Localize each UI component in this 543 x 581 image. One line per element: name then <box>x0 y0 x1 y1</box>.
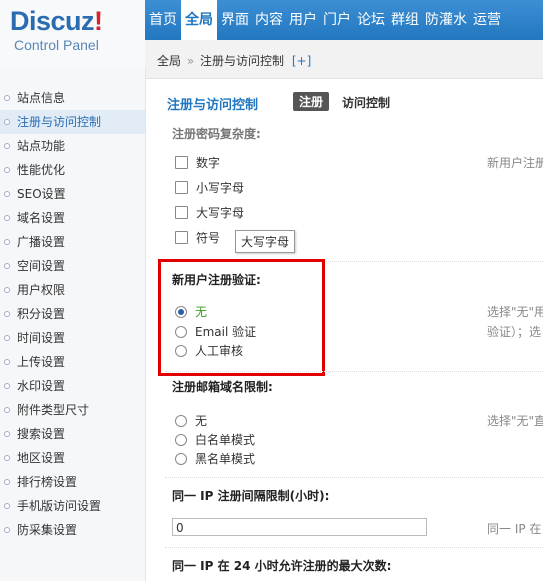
nav-interface[interactable]: 界面 <box>219 0 251 40</box>
nav-antispam[interactable]: 防灌水 <box>423 0 469 40</box>
tab-registration[interactable]: 注册 <box>293 92 330 111</box>
verify-option-manual[interactable]: 人工审核 <box>175 342 243 360</box>
bullet-icon <box>4 383 10 389</box>
radio-button[interactable] <box>175 434 187 446</box>
sidebar-item-mobile[interactable]: 手机版访问设置 <box>0 494 145 518</box>
nav-portal[interactable]: 门户 <box>321 0 353 40</box>
bullet-icon <box>4 95 10 101</box>
bullet-icon <box>4 263 10 269</box>
verify-hint-line2: 验证）；选 <box>487 325 542 339</box>
checkbox[interactable] <box>175 181 188 194</box>
divider <box>165 477 543 478</box>
logo[interactable]: Discuz! Control Panel <box>0 0 145 68</box>
nav-group[interactable]: 群组 <box>389 0 421 40</box>
sidebar: 站点信息 注册与访问控制 站点功能 性能优化 SEO设置 域名设置 广播设置 空… <box>0 68 146 581</box>
sidebar-item-anti-scraping[interactable]: 防采集设置 <box>0 518 145 542</box>
bullet-icon <box>4 527 10 533</box>
ip-interval-hint: 同一 IP 在 <box>487 522 542 536</box>
divider <box>165 371 543 372</box>
registration-verify-title: 新用户注册验证: <box>172 273 261 287</box>
sidebar-item-credits[interactable]: 积分设置 <box>0 302 145 326</box>
checkbox[interactable] <box>175 156 188 169</box>
sidebar-item-search[interactable]: 搜索设置 <box>0 422 145 446</box>
checkbox[interactable] <box>175 206 188 219</box>
sidebar-item-attachment-types[interactable]: 附件类型尺寸 <box>0 398 145 422</box>
bullet-icon <box>4 167 10 173</box>
complexity-option-symbols[interactable]: 符号 <box>175 229 220 247</box>
bullet-icon <box>4 311 10 317</box>
email-option-none[interactable]: 无 <box>175 412 207 430</box>
breadcrumb: 全局 » 注册与访问控制 [+] <box>157 52 311 69</box>
verify-hint-line1: 选择"无"用 <box>487 305 543 319</box>
sidebar-item-seo[interactable]: SEO设置 <box>0 182 145 206</box>
email-option-whitelist[interactable]: 白名单模式 <box>175 431 255 449</box>
sidebar-item-domain[interactable]: 域名设置 <box>0 206 145 230</box>
checkbox[interactable] <box>175 231 188 244</box>
bullet-icon <box>4 455 10 461</box>
ip-24h-limit-title: 同一 IP 在 24 小时允许注册的最大次数: <box>172 559 392 573</box>
sidebar-item-site-features[interactable]: 站点功能 <box>0 134 145 158</box>
logo-subtitle: Control Panel <box>14 37 99 53</box>
radio-button[interactable] <box>175 453 187 465</box>
page-title: 注册与访问控制 <box>167 98 259 113</box>
tooltip: 大写字母 <box>235 230 296 253</box>
sidebar-item-watermark[interactable]: 水印设置 <box>0 374 145 398</box>
main-content: 注册与访问控制 注册 访问控制 注册密码复杂度: 数字 新用户注册 小写字母 大… <box>145 79 543 581</box>
nav-operations[interactable]: 运营 <box>471 0 503 40</box>
add-shortcut-button[interactable]: [+] <box>292 54 311 68</box>
radio-button[interactable] <box>175 345 187 357</box>
sidebar-item-site-info[interactable]: 站点信息 <box>0 86 145 110</box>
bullet-icon <box>4 479 10 485</box>
bullet-icon <box>4 359 10 365</box>
radio-button[interactable] <box>175 415 187 427</box>
nav-content[interactable]: 内容 <box>253 0 285 40</box>
tab-access-control[interactable]: 访问控制 <box>342 94 390 111</box>
bullet-icon <box>4 431 10 437</box>
nav-home[interactable]: 首页 <box>147 0 179 40</box>
breadcrumb-separator: » <box>186 54 195 68</box>
sidebar-item-performance[interactable]: 性能优化 <box>0 158 145 182</box>
sidebar-item-region[interactable]: 地区设置 <box>0 446 145 470</box>
bullet-icon <box>4 119 10 125</box>
sidebar-item-space[interactable]: 空间设置 <box>0 254 145 278</box>
verify-option-email[interactable]: Email 验证 <box>175 323 256 341</box>
complexity-option-uppercase[interactable]: 大写字母 <box>175 204 244 222</box>
breadcrumb-current: 注册与访问控制 <box>200 54 285 68</box>
sidebar-item-time[interactable]: 时间设置 <box>0 326 145 350</box>
divider <box>165 261 543 262</box>
breadcrumb-root[interactable]: 全局 <box>157 54 181 68</box>
top-nav: 首页 全局 界面 内容 用户 门户 论坛 群组 防灌水 运营 <box>145 0 543 40</box>
nav-forum[interactable]: 论坛 <box>355 0 387 40</box>
bullet-icon <box>4 335 10 341</box>
complexity-option-digits[interactable]: 数字 <box>175 154 220 172</box>
bullet-icon <box>4 239 10 245</box>
bullet-icon <box>4 191 10 197</box>
verify-option-none[interactable]: 无 <box>175 303 207 321</box>
email-hint: 选择"无"直 <box>487 414 543 428</box>
sidebar-item-user-permissions[interactable]: 用户权限 <box>0 278 145 302</box>
radio-button[interactable] <box>175 326 187 338</box>
nav-users[interactable]: 用户 <box>287 0 319 40</box>
bullet-icon <box>4 287 10 293</box>
complexity-option-lowercase[interactable]: 小写字母 <box>175 179 244 197</box>
ip-interval-title: 同一 IP 注册间隔限制(小时): <box>172 489 330 503</box>
logo-brand: Discuz! <box>10 6 103 36</box>
radio-button[interactable] <box>175 306 187 318</box>
bullet-icon <box>4 143 10 149</box>
sidebar-item-registration-access[interactable]: 注册与访问控制 <box>0 110 145 134</box>
password-complexity-title: 注册密码复杂度: <box>172 127 261 141</box>
nav-global[interactable]: 全局 <box>181 0 217 40</box>
breadcrumb-bar: 全局 » 注册与访问控制 [+] <box>145 40 543 79</box>
complexity-hint: 新用户注册 <box>487 156 543 170</box>
bullet-icon <box>4 215 10 221</box>
bullet-icon <box>4 503 10 509</box>
ip-interval-input[interactable]: 0 <box>172 518 427 536</box>
sidebar-item-broadcast[interactable]: 广播设置 <box>0 230 145 254</box>
bullet-icon <box>4 407 10 413</box>
sidebar-item-ranking[interactable]: 排行榜设置 <box>0 470 145 494</box>
email-domain-title: 注册邮箱域名限制: <box>172 380 273 394</box>
sidebar-item-upload[interactable]: 上传设置 <box>0 350 145 374</box>
divider <box>165 547 543 548</box>
email-option-blacklist[interactable]: 黑名单模式 <box>175 450 255 468</box>
